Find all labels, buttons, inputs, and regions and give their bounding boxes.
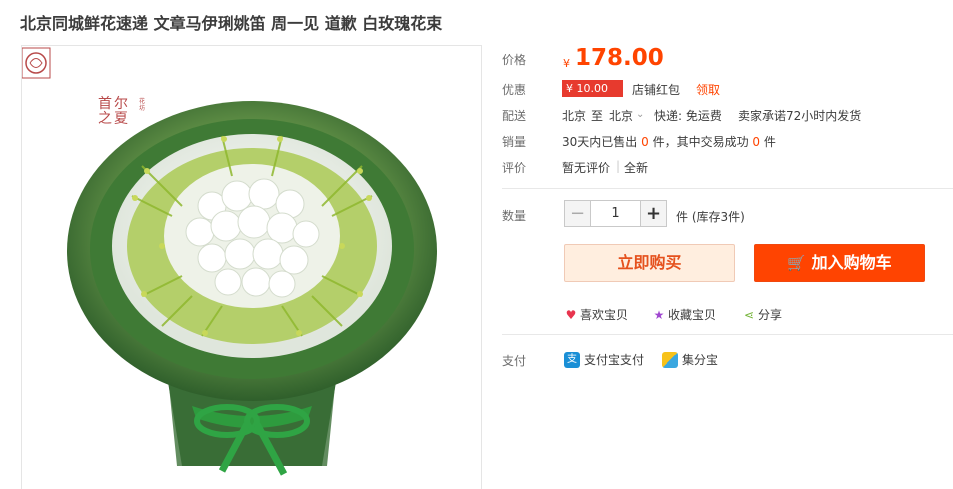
shipping-row: 配送 北京 至 北京 ⌄ 快递: 免运费 卖家承诺72小时内发货	[502, 104, 953, 126]
quantity-label: 数量	[502, 209, 527, 223]
share-label: 分享	[758, 308, 783, 322]
sold-count: 0	[641, 135, 649, 149]
brand-logo-text: 首尔之夏	[98, 96, 130, 127]
share-icon: ⋖	[743, 307, 755, 322]
price-value: 178.00	[575, 45, 664, 71]
heart-icon: ♥	[565, 307, 577, 322]
coupon-name: 店铺红包	[632, 83, 681, 97]
brand-logo-small: 花坊	[139, 98, 146, 112]
decrease-button[interactable]: −	[564, 200, 591, 227]
alipay-label: 支付宝支付	[584, 353, 645, 367]
review-none[interactable]: 暂无评价	[562, 159, 610, 176]
quantity-input[interactable]: 1	[591, 200, 640, 227]
product-title: 北京同城鲜花速递 文章马伊琍姚笛 周一见 道歉 白玫瑰花束	[20, 14, 443, 33]
jifenbao-icon	[662, 351, 678, 368]
price-label: 价格	[502, 53, 527, 67]
divider	[502, 334, 953, 335]
review-separator: |	[616, 159, 621, 173]
shipping-to-word: 至	[591, 109, 604, 123]
star-icon: ★	[653, 307, 665, 322]
share-button[interactable]: ⋖ 分享	[742, 306, 782, 323]
shipping-promise: 卖家承诺72小时内发货	[738, 109, 862, 123]
jifenbao-option: 集分宝	[662, 351, 718, 368]
like-label: 喜欢宝贝	[580, 308, 629, 322]
sales-prefix: 30天内已售出	[562, 135, 638, 149]
divider	[502, 188, 953, 189]
stock-info: 件 (库存3件)	[676, 210, 745, 224]
quantity-stepper: − 1 +	[564, 200, 667, 227]
increase-button[interactable]: +	[640, 200, 667, 227]
add-to-cart-label: 加入购物车	[811, 253, 892, 272]
claim-coupon-link[interactable]: 领取	[696, 81, 720, 98]
shipping-method: 快递: 免运费	[654, 109, 722, 123]
brand-logo	[22, 47, 51, 79]
chevron-down-icon[interactable]: ⌄	[636, 109, 644, 120]
like-button[interactable]: ♥ 喜欢宝贝	[564, 306, 628, 323]
buy-now-button[interactable]: 立即购买	[564, 244, 735, 282]
alipay-icon: 支	[564, 351, 580, 368]
add-to-cart-button[interactable]: 🛒 加入购物车	[754, 244, 925, 282]
bouquet-illustration	[67, 101, 437, 476]
sales-label: 销量	[502, 135, 527, 149]
currency-symbol: ¥	[563, 57, 570, 70]
favorite-label: 收藏宝贝	[668, 308, 717, 322]
sales-row: 销量 30天内已售出 0 件，其中交易成功 0 件	[502, 130, 953, 152]
coupon-badge: ¥ 10.00	[562, 80, 623, 97]
sales-unit: 件，其中交易成功	[652, 135, 749, 149]
shipping-label: 配送	[502, 109, 527, 123]
alipay-option: 支 支付宝支付	[564, 351, 644, 368]
product-image[interactable]: 首尔之夏 花坊	[21, 45, 482, 489]
promo-label: 优惠	[502, 83, 527, 97]
price-row: 价格 ¥ 178.00	[502, 45, 953, 75]
promo-row: 优惠 ¥ 10.00 店铺红包 领取	[502, 78, 953, 100]
favorite-button[interactable]: ★ 收藏宝贝	[652, 306, 716, 323]
condition-new: 全新	[624, 161, 649, 175]
payment-label: 支付	[502, 354, 527, 368]
shipping-from: 北京	[562, 109, 587, 123]
shipping-destination[interactable]: 北京	[609, 107, 633, 124]
cart-icon: 🛒	[787, 254, 807, 272]
jifenbao-label: 集分宝	[682, 353, 719, 367]
success-count: 0	[752, 135, 761, 149]
review-row: 评价 暂无评价 | 全新	[502, 156, 953, 178]
sales-unit-2: 件	[763, 135, 776, 149]
review-label: 评价	[502, 161, 527, 175]
product-info-panel: 价格 ¥ 178.00 优惠 ¥ 10.00 店铺红包 领取 配送 北京 至 北…	[502, 0, 953, 489]
sales-text: 30天内已售出 0 件，其中交易成功 0 件	[562, 133, 776, 150]
